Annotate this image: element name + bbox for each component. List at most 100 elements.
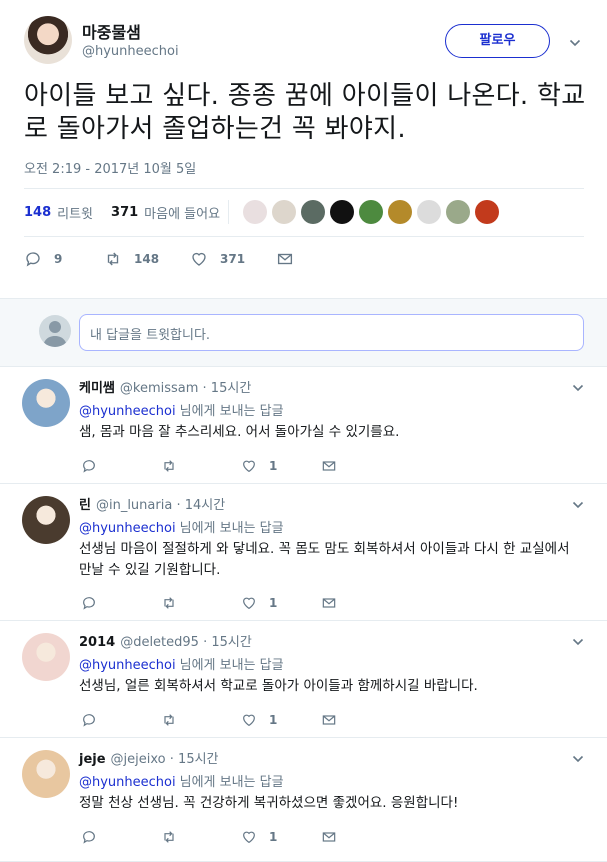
reply-author-name[interactable]: jeje <box>79 752 106 767</box>
reply-actions: 1 <box>81 712 337 728</box>
reply-to-handle[interactable]: @hyunheechoi <box>79 775 176 790</box>
reply-author-name[interactable]: 린 <box>79 498 91 513</box>
envelope-icon <box>321 458 337 474</box>
reply-actions: 1 <box>81 829 337 845</box>
reply-tweet[interactable]: 케미쌤 @kemissam · 15시간 @hyunheechoi 님에게 보내는 … <box>0 367 607 484</box>
retweets-count[interactable]: 148 <box>24 205 51 220</box>
message-action[interactable] <box>321 458 337 474</box>
reply-to-handle[interactable]: @hyunheechoi <box>79 658 176 673</box>
message-action[interactable] <box>276 250 294 268</box>
author-handle[interactable]: @hyunheechoi <box>82 44 179 59</box>
liker-avatar[interactable] <box>388 200 412 224</box>
retweet-icon <box>161 829 177 845</box>
reply-tweet[interactable]: jeje @jejeixo · 15시간 @hyunheechoi 님에게 보내는 … <box>0 738 607 862</box>
like-action[interactable]: 1 <box>241 829 321 845</box>
main-tweet: 마중물샘 @hyunheechoi 팔로우 아이들 보고 싶다. 종종 꿈에 아… <box>0 0 607 298</box>
reply-count: 9 <box>54 252 63 266</box>
retweet-action[interactable] <box>161 458 241 474</box>
likes-count[interactable]: 371 <box>111 205 138 220</box>
reply-author-handle[interactable]: @jejeixo <box>111 752 166 767</box>
retweet-count: 148 <box>134 252 160 266</box>
reply-icon <box>24 250 42 268</box>
like-action[interactable]: 1 <box>241 458 321 474</box>
reply-author-avatar[interactable] <box>22 633 70 681</box>
user-avatar <box>39 315 71 347</box>
reply-author-avatar[interactable] <box>22 496 70 544</box>
reply-header: jeje @jejeixo · 15시간 <box>79 748 219 767</box>
reply-time[interactable]: · 15시간 <box>203 381 252 396</box>
reply-time[interactable]: · 15시간 <box>170 752 219 767</box>
liker-avatar[interactable] <box>243 200 267 224</box>
envelope-icon <box>321 712 337 728</box>
liker-avatar[interactable] <box>301 200 325 224</box>
chevron-down-icon[interactable] <box>572 753 584 765</box>
chevron-down-icon[interactable] <box>569 37 581 49</box>
reply-to-handle[interactable]: @hyunheechoi <box>79 404 176 419</box>
liker-avatar[interactable] <box>446 200 470 224</box>
envelope-icon <box>321 829 337 845</box>
reply-actions: 1 <box>81 458 337 474</box>
chevron-down-icon[interactable] <box>572 636 584 648</box>
author-name[interactable]: 마중물샘 <box>82 19 141 43</box>
liker-avatar[interactable] <box>330 200 354 224</box>
like-action[interactable]: 1 <box>241 712 321 728</box>
reply-to-handle[interactable]: @hyunheechoi <box>79 521 176 536</box>
like-action[interactable]: 371 <box>190 250 276 268</box>
heart-icon <box>241 829 257 845</box>
likers-avatars <box>228 200 499 224</box>
reply-author-name[interactable]: 2014 <box>79 635 115 650</box>
reply-action[interactable]: 9 <box>24 250 104 268</box>
message-action[interactable] <box>321 595 337 611</box>
reply-action[interactable] <box>81 829 161 845</box>
divider <box>24 188 584 189</box>
envelope-icon <box>321 595 337 611</box>
follow-button[interactable]: 팔로우 <box>445 24 550 58</box>
reply-action[interactable] <box>81 712 161 728</box>
retweets-label[interactable]: 리트윗 <box>57 203 93 222</box>
retweet-icon <box>104 250 122 268</box>
reply-author-handle[interactable]: @kemissam <box>120 381 199 396</box>
reply-to-suffix: 님에게 보내는 답글 <box>179 658 284 673</box>
retweet-action[interactable] <box>161 595 241 611</box>
reply-text: 선생님, 얼른 회복하셔서 학교로 돌아가 아이들과 함께하시길 바랍니다. <box>79 678 478 694</box>
envelope-icon <box>276 250 294 268</box>
likes-label[interactable]: 마음에 들어요 <box>144 203 220 222</box>
reply-header: 2014 @deleted95 · 15시간 <box>79 631 252 650</box>
like-action[interactable]: 1 <box>241 595 321 611</box>
liker-avatar[interactable] <box>272 200 296 224</box>
message-action[interactable] <box>321 829 337 845</box>
chevron-down-icon[interactable] <box>572 382 584 394</box>
heart-icon <box>241 595 257 611</box>
chevron-down-icon[interactable] <box>572 499 584 511</box>
reply-author-handle[interactable]: @deleted95 <box>120 635 199 650</box>
reply-to-line: @hyunheechoi 님에게 보내는 답글 <box>79 771 284 790</box>
reply-tweet[interactable]: 린 @in_lunaria · 14시간 @hyunheechoi 님에게 보내는 … <box>0 484 607 621</box>
reply-icon <box>81 458 97 474</box>
liker-avatar[interactable] <box>359 200 383 224</box>
divider <box>24 236 584 237</box>
tweet-stats: 148 리트윗 371 마음에 들어요 <box>24 203 226 222</box>
reply-action[interactable] <box>81 458 161 474</box>
reply-icon <box>81 712 97 728</box>
message-action[interactable] <box>321 712 337 728</box>
reply-input[interactable]: 내 답글을 트윗합니다. <box>79 314 584 351</box>
reply-time[interactable]: · 14시간 <box>176 498 225 513</box>
reply-icon <box>81 829 97 845</box>
reply-tweet[interactable]: 2014 @deleted95 · 15시간 @hyunheechoi 님에게 보내… <box>0 621 607 738</box>
retweet-action[interactable] <box>161 829 241 845</box>
author-avatar[interactable] <box>24 16 72 64</box>
retweet-icon <box>161 458 177 474</box>
tweet-timestamp[interactable]: 오전 2:19 - 2017년 10월 5일 <box>24 158 196 177</box>
reply-author-handle[interactable]: @in_lunaria <box>96 498 172 513</box>
retweet-action[interactable]: 148 <box>104 250 190 268</box>
retweet-action[interactable] <box>161 712 241 728</box>
reply-author-avatar[interactable] <box>22 750 70 798</box>
liker-avatar[interactable] <box>475 200 499 224</box>
reply-author-avatar[interactable] <box>22 379 70 427</box>
like-count: 1 <box>269 830 278 844</box>
liker-avatar[interactable] <box>417 200 441 224</box>
reply-text: 샘, 몸과 마음 잘 추스리세요. 어서 돌아가실 수 있기를요. <box>79 424 400 440</box>
reply-action[interactable] <box>81 595 161 611</box>
reply-time[interactable]: · 15시간 <box>203 635 252 650</box>
reply-author-name[interactable]: 케미쌤 <box>79 381 115 396</box>
